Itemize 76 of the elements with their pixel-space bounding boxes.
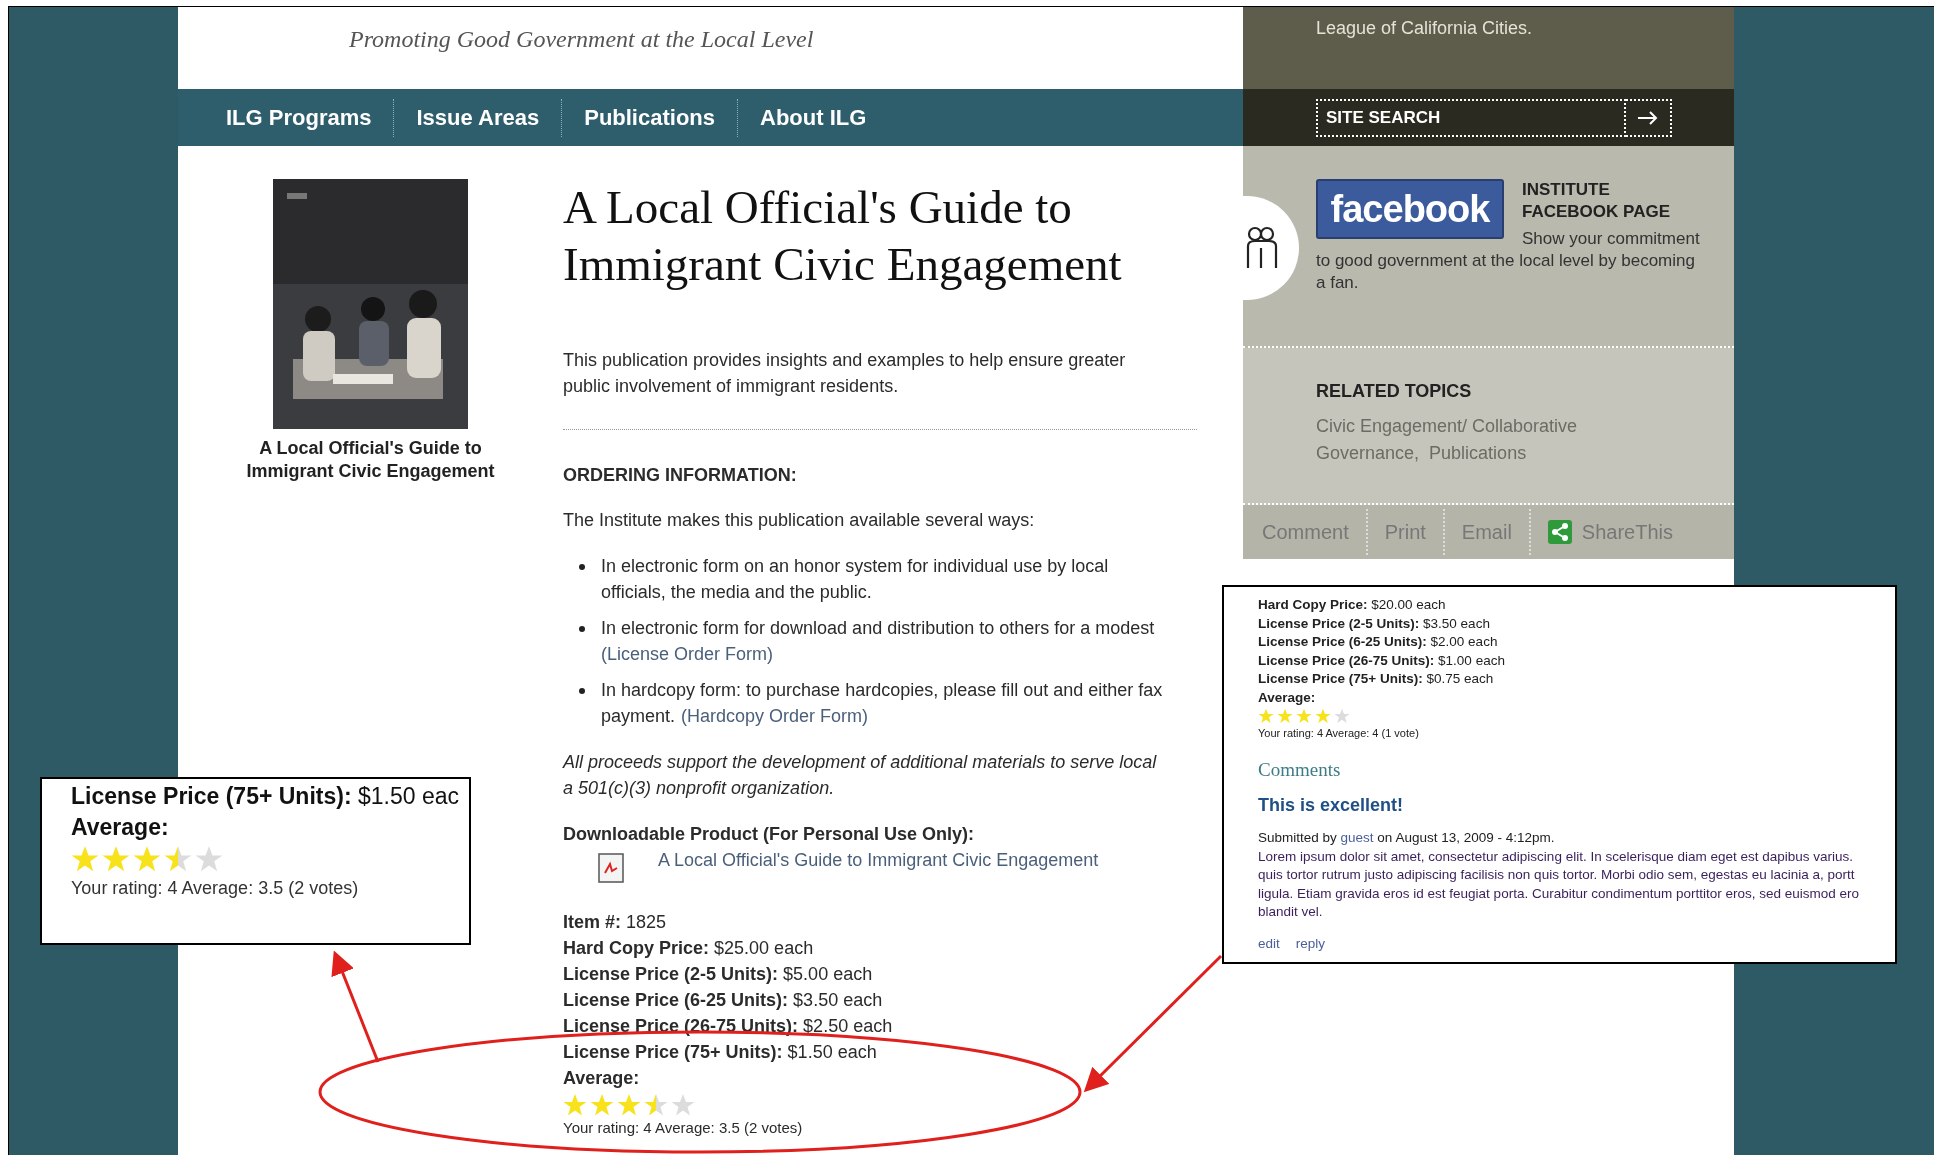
bullet-text: In electronic form on an honor system for individual use by local	[601, 555, 1109, 578]
price-line: Hard Copy Price: $25.00 each	[563, 937, 815, 960]
price-line: License Price (75+ Units): $0.75 each	[1258, 670, 1495, 688]
bullet-text: payment.	[601, 705, 676, 728]
tagline: Promoting Good Government at the Local Level	[349, 25, 815, 54]
star-icon	[133, 845, 161, 873]
star-icon	[1277, 708, 1293, 724]
price-line: License Price (26-75 Units): $1.00 each	[1258, 651, 1506, 670]
search-field[interactable]: SITE SEARCH	[1316, 98, 1626, 137]
star-icon	[71, 845, 99, 873]
star-icon	[671, 1093, 695, 1117]
description: This publication provides insights and examples to help ensure greater public involvement of immigrant residents.	[563, 349, 1127, 398]
bullet-text: officials, the media and the public.	[601, 581, 872, 604]
pdf-file-icon[interactable]	[597, 853, 624, 883]
price-line: License Price (75+ Units): $1.50 each	[563, 1041, 878, 1064]
star-icon	[563, 1093, 587, 1117]
note-text: All proceeds support the development of additional materials to serve local	[563, 751, 1158, 774]
star-icon	[164, 845, 192, 873]
download-link[interactable]: A Local Official's Guide to Immigrant Civic Engagement	[658, 847, 1099, 883]
nav-link[interactable]: Issue Areas	[394, 101, 562, 134]
order-form-link[interactable]: (License Order Form)	[601, 641, 774, 667]
comment-text: quis tortor rutrum justo adipiscing facilisis non quis tortor. Morbi odio sem, egestas eu lacinia a, portt	[1258, 866, 1856, 884]
price-line: Item #: 1825	[563, 911, 668, 934]
star-icon	[1315, 708, 1331, 724]
bullet-text: In hardcopy form: to purchase hardcopies, please fill out and either fax	[601, 679, 1163, 702]
star-icon	[1334, 708, 1350, 724]
page-title: Immigrant Civic Engagement	[563, 237, 1123, 292]
comment-text: blandit vel.	[1258, 903, 1324, 921]
submitted-line: Submitted by guest on August 13, 2009 - 4:12pm.	[1258, 829, 1556, 847]
comment-action-link[interactable]: reply	[1295, 933, 1326, 954]
bullet-text: In electronic form for download and distribution to others for a modest	[601, 617, 1155, 640]
rating-text: Your rating: 4 Average: 3.5 (2 votes)	[71, 877, 360, 900]
price-line: License Price (6-25 Units): $3.50 each	[563, 989, 884, 1012]
comment-text: Lorem ipsum dolor sit amet, consectetur adipiscing elit. In scelerisque diam eget est dapibus varius.	[1258, 847, 1855, 866]
download-heading: Downloadable Product (For Personal Use Only):	[563, 823, 976, 846]
price-line: Hard Copy Price: $20.00 each	[1258, 596, 1447, 614]
arrow-right-icon	[1637, 110, 1659, 125]
note-text: a 501(c)(3) nonprofit organization.	[563, 777, 836, 800]
rating-text: Your rating: 4 Average: 3.5 (2 votes)	[563, 1119, 804, 1137]
bullet-icon	[579, 626, 585, 632]
price-line: License Price (75+ Units): $1.50 eac	[71, 782, 460, 811]
star-icon	[1258, 708, 1274, 724]
comment-text: ligula. Etiam gravida eros id est feugiat porta. Curabitur condimentum porttitor eros, sed euismod ero	[1258, 884, 1861, 903]
comment-title[interactable]: This is excellent!	[1258, 792, 1895, 819]
bullet-icon	[579, 564, 585, 570]
star-icon	[195, 845, 223, 873]
people-icon	[1245, 226, 1279, 270]
nav-link[interactable]: About ILG	[738, 101, 889, 134]
average-label: Average:	[563, 1067, 641, 1090]
share-icon	[1547, 520, 1572, 544]
price-line: License Price (6-25 Units): $2.00 each	[1258, 633, 1499, 651]
comment-action-link[interactable]: edit	[1258, 933, 1280, 954]
average-label: Average:	[1258, 688, 1317, 707]
rating-text: Your rating: 4 Average: 4 (1 vote)	[1258, 726, 1420, 741]
facebook-logo[interactable]: facebook	[1316, 179, 1504, 239]
star-icon	[590, 1093, 614, 1117]
related-topics-heading: RELATED TOPICS	[1316, 380, 1473, 403]
intro-text: The Institute makes this publication available several ways:	[563, 509, 1036, 532]
average-label: Average:	[71, 813, 170, 842]
star-icon	[1296, 708, 1312, 724]
price-line: License Price (2-5 Units): $3.50 each	[1258, 614, 1491, 633]
star-icon	[617, 1093, 641, 1117]
nav-link[interactable]: Publications	[562, 101, 737, 134]
page-title: A Local Official's Guide to	[563, 180, 1073, 235]
facebook-page-link[interactable]: INSTITUTE FACEBOOK PAGE	[1522, 179, 1682, 223]
price-line: License Price (2-5 Units): $5.00 each	[563, 963, 874, 986]
search-button[interactable]	[1626, 98, 1672, 137]
comments-heading: Comments	[1258, 757, 1342, 782]
nav-link[interactable]: ILG Programs	[204, 101, 394, 134]
star-icon	[102, 845, 130, 873]
star-icon	[644, 1093, 668, 1117]
book-caption: A Local Official's Guide to Immigrant Civic Engagement	[245, 437, 496, 483]
author-link[interactable]: guest	[1340, 830, 1374, 845]
section-heading: ORDERING INFORMATION:	[563, 464, 798, 487]
order-form-link[interactable]: (Hardcopy Order Form)	[681, 703, 869, 729]
bullet-icon	[579, 688, 585, 694]
